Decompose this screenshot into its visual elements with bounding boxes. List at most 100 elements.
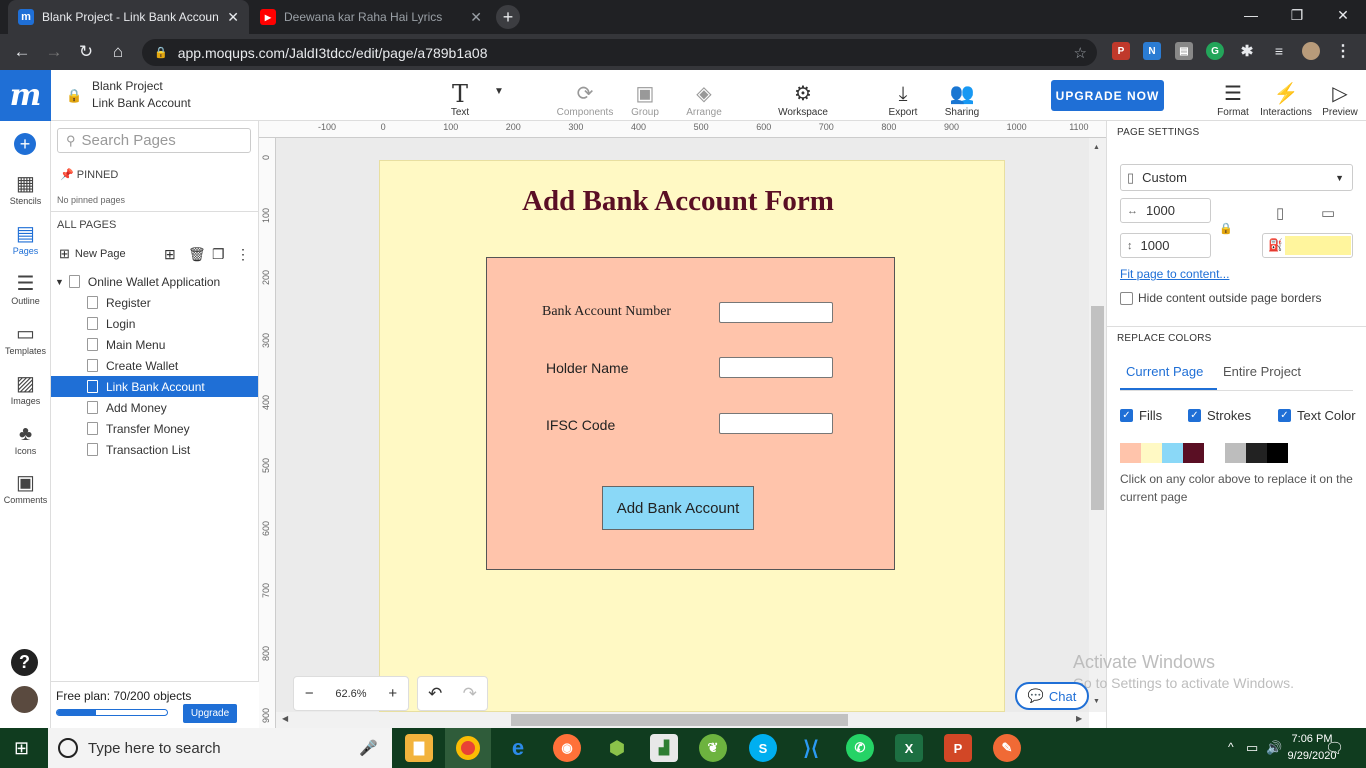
form-title[interactable]: Add Bank Account Form xyxy=(379,185,977,218)
workspace-tool[interactable]: ⚙ Workspace xyxy=(776,74,830,118)
zoom-level[interactable]: 62.6% xyxy=(335,688,366,700)
reload-icon[interactable]: ↻ xyxy=(75,41,97,63)
page-item[interactable]: Link Bank Account xyxy=(51,376,258,397)
color-swatch[interactable] xyxy=(1246,443,1267,463)
export-tool[interactable]: ⤓ Export xyxy=(884,74,922,118)
app-icon[interactable]: ✎ xyxy=(993,734,1021,762)
add-bank-account-button[interactable]: Add Bank Account xyxy=(602,486,754,530)
grammarly-icon[interactable]: G xyxy=(1206,42,1224,60)
powerpoint-icon[interactable]: P xyxy=(944,734,972,762)
rail-pages[interactable]: ▤ Pages xyxy=(0,222,51,256)
tab-youtube[interactable]: ▶ Deewana kar Raha Hai Lyrics ✕ xyxy=(250,0,492,34)
page-item[interactable]: Login xyxy=(51,313,258,334)
add-folder-icon[interactable]: ⊞ xyxy=(164,246,176,263)
extension-icon[interactable]: P xyxy=(1112,42,1130,60)
skype-icon[interactable]: S xyxy=(749,734,777,762)
tab-entire-project[interactable]: Entire Project xyxy=(1223,364,1301,379)
rail-icons[interactable]: ♣ Icons xyxy=(0,422,51,456)
trash-icon[interactable]: 🗑 xyxy=(188,246,206,263)
search-pages-input[interactable]: ⚲ Search Pages xyxy=(57,128,251,153)
undo-icon[interactable]: ↶ xyxy=(428,684,442,704)
scroll-right-icon[interactable]: ▶ xyxy=(1076,714,1082,723)
color-swatch[interactable] xyxy=(1162,443,1183,463)
holder-name-field[interactable] xyxy=(719,357,833,378)
plan-upgrade-button[interactable]: Upgrade xyxy=(183,704,237,723)
group-tool[interactable]: ▣ Group xyxy=(626,74,664,118)
bookmark-star-icon[interactable]: ☆ xyxy=(1074,44,1087,62)
network-icon[interactable]: ▭ xyxy=(1246,740,1258,756)
strokes-checkbox[interactable]: ✓ Strokes xyxy=(1188,408,1251,423)
rail-templates[interactable]: ▭ Templates xyxy=(0,322,51,356)
new-page-button[interactable]: ⊞ New Page xyxy=(59,246,126,262)
size-preset-select[interactable]: ▯ Custom ▼ xyxy=(1120,164,1353,191)
whatsapp-icon[interactable]: ✆ xyxy=(846,734,874,762)
rail-outline[interactable]: ☰ Outline xyxy=(0,272,51,306)
file-explorer-icon[interactable]: ▇ xyxy=(405,734,433,762)
project-name[interactable]: Blank Project xyxy=(92,79,163,93)
redo-icon[interactable]: ↷ xyxy=(463,684,477,704)
text-color-checkbox[interactable]: ✓ Text Color xyxy=(1278,408,1356,423)
scroll-down-icon[interactable]: ▼ xyxy=(1093,698,1100,705)
horizontal-scroll-thumb[interactable] xyxy=(511,714,848,726)
back-icon[interactable]: ← xyxy=(11,41,33,63)
color-swatch[interactable] xyxy=(1183,443,1204,463)
portrait-icon[interactable]: ▯ xyxy=(1276,204,1284,222)
volume-icon[interactable]: 🔊 xyxy=(1266,740,1282,756)
tab-current-page[interactable]: Current Page xyxy=(1120,364,1217,390)
moqups-logo[interactable]: m xyxy=(0,70,51,121)
home-icon[interactable]: ⌂ xyxy=(107,41,129,63)
chevron-down-icon[interactable]: ▼ xyxy=(494,86,504,97)
close-tab-icon[interactable]: ✕ xyxy=(470,9,482,26)
more-icon[interactable]: ⋮ xyxy=(236,246,250,263)
spring-icon[interactable]: ❦ xyxy=(699,734,727,762)
interactions-tool[interactable]: ⚡ Interactions xyxy=(1258,74,1314,118)
excel-icon[interactable]: X xyxy=(895,734,923,762)
firefox-icon[interactable]: ◉ xyxy=(553,734,581,762)
scroll-up-icon[interactable]: ▲ xyxy=(1093,144,1100,151)
hide-outside-checkbox[interactable]: Hide content outside page borders xyxy=(1120,291,1321,305)
zoom-out-button[interactable]: − xyxy=(305,685,314,702)
media-control-icon[interactable]: ≡ xyxy=(1270,42,1288,60)
account-number-field[interactable] xyxy=(719,302,833,323)
sharing-tool[interactable]: 👥 Sharing xyxy=(942,74,982,118)
help-icon[interactable]: ? xyxy=(11,649,38,676)
page-item[interactable]: Transaction List xyxy=(51,439,258,460)
scroll-left-icon[interactable]: ◀ xyxy=(282,714,288,723)
minimize-button[interactable]: — xyxy=(1228,0,1274,30)
page-item[interactable]: Add Money xyxy=(51,397,258,418)
color-swatch[interactable] xyxy=(1204,443,1225,463)
page-item[interactable]: Register xyxy=(51,292,258,313)
text-tool[interactable]: T Text xyxy=(440,74,480,118)
forward-icon[interactable]: → xyxy=(43,41,65,63)
ifsc-code-field[interactable] xyxy=(719,413,833,434)
page-item[interactable]: Transfer Money xyxy=(51,418,258,439)
tab-moqups[interactable]: m Blank Project - Link Bank Accoun ✕ xyxy=(8,0,249,34)
account-number-label[interactable]: Bank Account Number xyxy=(542,304,671,320)
ifsc-code-label[interactable]: IFSC Code xyxy=(546,417,615,433)
android-studio-icon[interactable]: ⬢ xyxy=(603,734,631,762)
notifications-icon[interactable]: 🗨 xyxy=(1325,739,1344,757)
user-avatar[interactable] xyxy=(11,686,38,713)
chat-button[interactable]: 💬 Chat xyxy=(1015,682,1089,710)
landscape-icon[interactable]: ▭ xyxy=(1321,204,1335,222)
rail-stencils[interactable]: ▦ Stencils xyxy=(0,172,51,206)
chrome-taskbar-slot[interactable] xyxy=(445,728,491,768)
extension-icon[interactable]: ▤ xyxy=(1175,42,1193,60)
extensions-puzzle-icon[interactable]: ✱ xyxy=(1238,42,1256,60)
edge-icon[interactable]: e xyxy=(504,734,532,762)
chart-app-icon[interactable]: ▟ xyxy=(650,734,678,762)
width-input[interactable]: ↔ 1000 xyxy=(1120,198,1211,223)
zoom-in-button[interactable]: + xyxy=(388,685,397,702)
lock-ratio-icon[interactable]: 🔒 xyxy=(1219,222,1233,235)
fills-checkbox[interactable]: ✓ Fills xyxy=(1120,408,1162,423)
duplicate-icon[interactable]: ❐ xyxy=(212,246,225,263)
color-swatch[interactable] xyxy=(1267,443,1288,463)
windows-start-icon[interactable]: ⊞ xyxy=(14,738,29,759)
browser-menu-icon[interactable]: ⋮ xyxy=(1334,42,1352,60)
background-color-input[interactable]: ⛽ xyxy=(1262,233,1353,258)
arrange-tool[interactable]: ◈ Arrange xyxy=(682,74,726,118)
profile-avatar[interactable] xyxy=(1302,42,1320,60)
folder-row[interactable]: ▼ Online Wallet Application xyxy=(51,271,258,292)
upgrade-now-button[interactable]: UPGRADE NOW xyxy=(1051,80,1164,111)
new-tab-button[interactable]: + xyxy=(496,5,520,29)
